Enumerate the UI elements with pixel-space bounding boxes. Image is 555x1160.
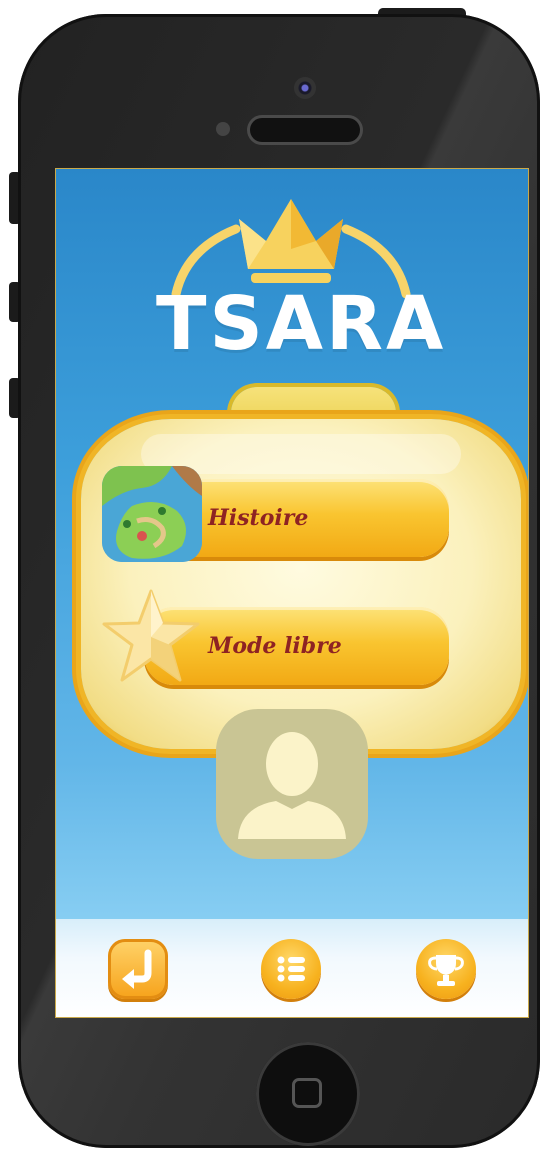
trophy-button[interactable] [416,939,476,999]
game-logo: TSARA [156,189,447,367]
bottom-bar [56,919,528,1017]
game-title: TSARA [156,281,447,367]
user-silhouette-icon [238,732,346,839]
earpiece-speaker [250,118,360,142]
map-icon [102,466,202,562]
home-button[interactable] [256,1042,360,1146]
front-camera [294,77,316,99]
proximity-sensor [216,122,230,136]
star-icon [102,589,200,682]
list-button[interactable] [261,939,321,999]
trophy-icon [428,955,464,986]
list-icon [277,956,305,982]
histoire-button-label: Histoire [208,505,309,531]
profile-avatar[interactable] [216,709,368,859]
home-square-icon [292,1078,322,1108]
game-screen: TSARA Histoire Mode libre [55,168,529,1018]
back-button[interactable] [108,939,168,999]
mode-libre-button-label: Mode libre [208,633,342,659]
back-arrow-icon [122,949,152,989]
